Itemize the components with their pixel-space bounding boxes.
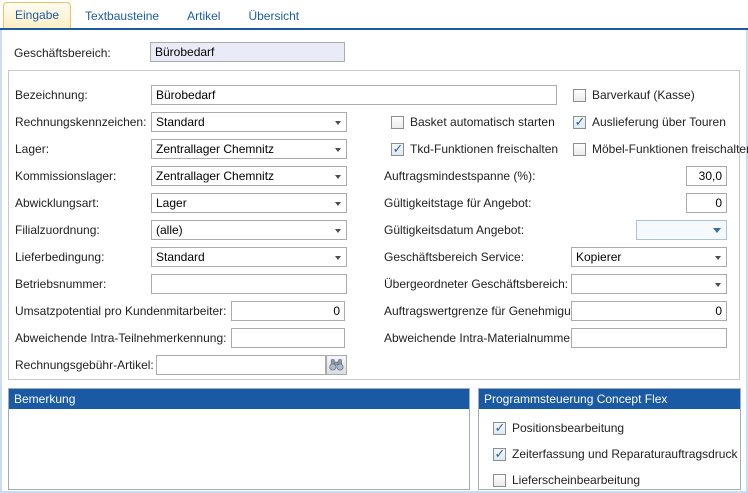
gb-service-label: Geschäftsbereich Service: [384,250,524,264]
article-lookup-button[interactable] [326,355,347,375]
gb-service-select[interactable]: Kopierer [571,247,727,267]
kommissionslager-value: Zentrallager Chemnitz [156,169,274,183]
chevron-down-icon [335,229,341,233]
tab-artikel[interactable]: Artikel [173,4,234,28]
checkbox-box-icon [391,143,404,156]
moebel-checkbox[interactable]: Möbel-Funktionen freischalten [573,141,748,157]
bezeichnung-label: Bezeichnung: [15,88,88,102]
abwicklungsart-value: Lager [156,196,187,210]
checkbox-box-icon [573,143,586,156]
barverkauf-checkbox-label: Barverkauf (Kasse) [592,88,695,102]
bezeichnung-input[interactable] [151,85,557,105]
umsatzpotential-label: Umsatzpotential pro Kundenmitarbeiter: [15,304,226,318]
kommissionslager-label: Kommissionslager: [15,169,116,183]
intra-teilnehmerkennung-input[interactable] [231,328,345,348]
programmsteuerung-header: Programmsteuerung Concept Flex [479,389,740,409]
filialzuordnung-label: Filialzuordnung: [15,223,100,237]
uebergeordneter-gb-select[interactable] [571,274,727,294]
rechnungskennzeichen-value: Standard [156,115,205,129]
chevron-down-icon [713,228,721,233]
betriebsnummer-label: Betriebsnummer: [15,277,106,291]
checkbox-box-icon [493,422,506,435]
kommissionslager-select[interactable]: Zentrallager Chemnitz [151,166,347,186]
gueltigkeitsdatum-label: Gültigkeitsdatum Angebot: [384,223,524,237]
rechnungskennzeichen-label: Rechnungskennzeichen: [15,115,146,129]
chevron-down-icon [335,121,341,125]
chevron-down-icon [715,256,721,260]
tab-underline [0,28,748,30]
zeiterfassung-checkbox-label: Zeiterfassung und Reparaturauftragsdruck [512,447,737,461]
panel-left-border [0,30,2,493]
abwicklungsart-select[interactable]: Lager [151,193,347,213]
chevron-down-icon [335,175,341,179]
filialzuordnung-select[interactable]: (alle) [151,220,347,240]
tab-uebersicht[interactable]: Übersicht [234,4,313,28]
basket-checkbox-label: Basket automatisch starten [410,115,555,129]
rechnungskennzeichen-select[interactable]: Standard [151,112,347,132]
lieferbedingung-value: Standard [156,250,205,264]
intra-materialnummer-input[interactable] [571,328,727,348]
umsatzpotential-input[interactable] [231,301,345,321]
bemerkung-panel: Bemerkung [8,388,470,490]
business-area-field[interactable]: Bürobedarf [150,42,345,62]
barverkauf-checkbox[interactable]: Barverkauf (Kasse) [573,87,695,103]
gueltigkeitstage-input[interactable] [686,193,727,213]
checkbox-box-icon [573,116,586,129]
abwicklungsart-label: Abwicklungsart: [15,196,99,210]
business-area-label: Geschäftsbereich: [14,46,111,60]
positionsbearbeitung-checkbox-label: Positionsbearbeitung [512,421,624,435]
tab-strip: Eingabe Textbausteine Artikel Übersicht [3,3,313,28]
checkbox-box-icon [493,448,506,461]
auftragsmindestspanne-input[interactable] [686,166,727,186]
tkd-checkbox[interactable]: Tkd-Funktionen freischalten [391,141,558,157]
betriebsnummer-input[interactable] [151,274,347,294]
auftragswertgrenze-label: Auftragswertgrenze für Genehmigung [384,304,584,318]
checkbox-box-icon [493,474,506,487]
main-groupbox: Bezeichnung: Rechnungskennzeichen: Lager… [8,70,740,380]
chevron-down-icon [335,202,341,206]
gb-service-value: Kopierer [576,250,621,264]
tab-textbausteine[interactable]: Textbausteine [71,4,173,28]
chevron-down-icon [335,256,341,260]
chevron-down-icon [715,283,721,287]
lager-label: Lager: [15,142,49,156]
auslieferung-checkbox[interactable]: Auslieferung über Touren [573,114,726,130]
gueltigkeitstage-label: Gültigkeitstage für Angebot: [384,196,531,210]
bemerkung-textarea[interactable] [9,409,469,489]
rechnungsgebuehr-artikel-label: Rechnungsgebühr-Artikel: [15,358,154,372]
uebergeordneter-gb-label: Übergeordneter Geschäftsbereich: [384,277,568,291]
rechnungsgebuehr-artikel-input[interactable] [156,355,326,375]
zeiterfassung-checkbox[interactable]: Zeiterfassung und Reparaturauftragsdruck [493,446,737,462]
bemerkung-header: Bemerkung [9,389,469,409]
tkd-checkbox-label: Tkd-Funktionen freischalten [410,142,558,156]
auslieferung-checkbox-label: Auslieferung über Touren [592,115,726,129]
gueltigkeitsdatum-datepicker[interactable] [636,220,727,240]
tab-eingabe[interactable]: Eingabe [3,2,71,28]
lieferschein-checkbox-label: Lieferscheinbearbeitung [512,473,640,487]
lager-select[interactable]: Zentrallager Chemnitz [151,139,347,159]
lager-value: Zentrallager Chemnitz [156,142,274,156]
auftragswertgrenze-input[interactable] [571,301,727,321]
filialzuordnung-value: (alle) [156,223,183,237]
basket-checkbox[interactable]: Basket automatisch starten [391,114,555,130]
lieferschein-checkbox[interactable]: Lieferscheinbearbeitung [493,472,640,488]
programmsteuerung-panel: Programmsteuerung Concept Flex Positions… [478,388,741,490]
positionsbearbeitung-checkbox[interactable]: Positionsbearbeitung [493,420,624,436]
lieferbedingung-label: Lieferbedingung: [15,250,104,264]
auftragsmindestspanne-label: Auftragsmindestspanne (%): [384,169,535,183]
chevron-down-icon [335,148,341,152]
moebel-checkbox-label: Möbel-Funktionen freischalten [592,142,748,156]
checkbox-box-icon [573,89,586,102]
intra-materialnummer-label: Abweichende Intra-Materialnummer: [384,331,577,345]
business-area-editor-window: Eingabe Textbausteine Artikel Übersicht … [0,0,748,493]
checkbox-box-icon [391,116,404,129]
lieferbedingung-select[interactable]: Standard [151,247,347,267]
binoculars-icon [329,359,344,371]
intra-teilnehmerkennung-label: Abweichende Intra-Teilnehmerkennung: [15,331,226,345]
